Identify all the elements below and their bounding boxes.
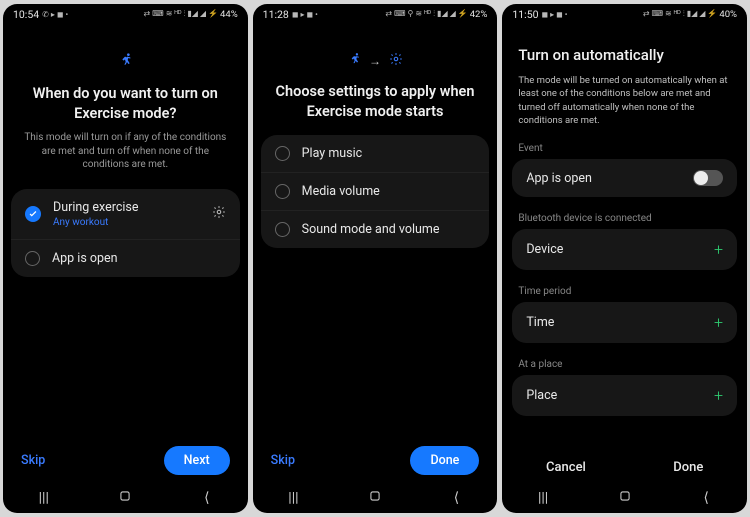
condition-during-exercise[interactable]: During exercise Any workout (11, 189, 240, 240)
nav-recent-icon[interactable]: ||| (278, 490, 308, 506)
setting-place[interactable]: Place + (512, 375, 737, 416)
nav-back-icon[interactable]: ⟨ (192, 490, 222, 506)
radio-icon (275, 184, 290, 199)
status-bar: 11:28 ◼ ▸ ◼ • ⇄ ⌨ ⚲ ≋ ᴴᴰ ⫶ ▮◢ ◢ ⚡ 42% (253, 4, 498, 24)
plus-icon[interactable]: + (714, 240, 723, 259)
setting-app-open[interactable]: App is open (512, 159, 737, 197)
section-label-place: At a place (502, 359, 747, 375)
nav-bar: ||| ⟨ (253, 481, 498, 513)
page-title: Turn on automatically (502, 24, 747, 74)
nav-recent-icon[interactable]: ||| (528, 490, 558, 506)
section-label-time: Time period (502, 286, 747, 302)
nav-home-icon[interactable] (110, 489, 140, 507)
nav-back-icon[interactable]: ⟨ (691, 490, 721, 506)
radio-icon (25, 251, 40, 266)
status-battery: 44% (220, 9, 238, 20)
setting-media-volume[interactable]: Media volume (261, 173, 490, 211)
nav-recent-icon[interactable]: ||| (29, 490, 59, 506)
radio-icon (275, 146, 290, 161)
status-battery: 42% (470, 9, 488, 20)
setting-label: Media volume (302, 184, 380, 199)
next-button[interactable]: Next (164, 446, 230, 475)
status-notif-icons: ◼ ▸ ◼ • (292, 10, 318, 19)
setting-label: Device (526, 242, 563, 257)
page-subtext: This mode will turn on if any of the con… (3, 131, 248, 186)
status-system-icons: ⇄ ⌨ ≋ ᴴᴰ ⫶ ▮◢ ◢ ⚡ (643, 9, 718, 19)
nav-home-icon[interactable] (360, 489, 390, 507)
status-system-icons: ⇄ ⌨ ⚲ ≋ ᴴᴰ ⫶ ▮◢ ◢ ⚡ (385, 9, 467, 19)
skip-button[interactable]: Skip (271, 453, 295, 468)
cancel-button[interactable]: Cancel (546, 460, 586, 475)
status-notif-icons: ◼ ▸ ◼ • (542, 10, 568, 19)
radio-icon (275, 222, 290, 237)
status-time: 11:28 (263, 8, 289, 21)
nav-home-icon[interactable] (610, 489, 640, 507)
condition-label: App is open (52, 251, 226, 266)
setting-time[interactable]: Time + (512, 302, 737, 343)
nav-bar: ||| ⟨ (502, 481, 747, 513)
status-system-icons: ⇄ ⌨ ≋ ᴴᴰ ⫶ ▮◢ ◢ ⚡ (143, 9, 218, 19)
status-notif-icons: ✆ ▸ ◼ • (42, 10, 68, 19)
setting-label: Sound mode and volume (302, 222, 440, 237)
status-time: 10:54 (13, 8, 39, 21)
status-bar: 10:54 ✆ ▸ ◼ • ⇄ ⌨ ≋ ᴴᴰ ⫶ ▮◢ ◢ ⚡ 44% (3, 4, 248, 24)
plus-icon[interactable]: + (714, 313, 723, 332)
page-heading: Choose settings to apply when Exercise m… (253, 70, 498, 129)
condition-sublabel: Any workout (53, 217, 200, 228)
screen-choose-settings: 11:28 ◼ ▸ ◼ • ⇄ ⌨ ⚲ ≋ ᴴᴰ ⫶ ▮◢ ◢ ⚡ 42% → … (253, 4, 498, 513)
nav-back-icon[interactable]: ⟨ (442, 490, 472, 506)
condition-app-open[interactable]: App is open (11, 240, 240, 277)
done-button[interactable]: Done (673, 460, 703, 475)
skip-button[interactable]: Skip (21, 453, 45, 468)
gear-icon[interactable] (212, 205, 226, 223)
setting-device[interactable]: Device + (512, 229, 737, 270)
condition-label: During exercise (53, 200, 200, 215)
running-icon (347, 52, 361, 70)
status-battery: 40% (719, 9, 737, 20)
status-bar: 11:50 ◼ ▸ ◼ • ⇄ ⌨ ≋ ᴴᴰ ⫶ ▮◢ ◢ ⚡ 40% (502, 4, 747, 24)
running-icon (117, 52, 133, 72)
toggle-switch[interactable] (693, 170, 723, 186)
setting-label: Place (526, 388, 557, 403)
plus-icon[interactable]: + (714, 386, 723, 405)
check-icon (25, 206, 41, 222)
conditions-list: During exercise Any workout App is open (11, 189, 240, 277)
section-label-event: Event (502, 143, 747, 159)
page-heading: When do you want to turn on Exercise mod… (3, 72, 248, 131)
setting-sound-mode[interactable]: Sound mode and volume (261, 211, 490, 248)
done-button[interactable]: Done (410, 446, 479, 475)
setting-label: Play music (302, 146, 363, 161)
setting-label: App is open (526, 171, 592, 186)
nav-bar: ||| ⟨ (3, 481, 248, 513)
arrow-right-icon: → (369, 54, 381, 68)
gear-icon (389, 52, 403, 70)
setting-label: Time (526, 315, 554, 330)
section-label-bluetooth: Bluetooth device is connected (502, 213, 747, 229)
settings-list: Play music Media volume Sound mode and v… (261, 135, 490, 248)
screen-turn-on-auto: 11:50 ◼ ▸ ◼ • ⇄ ⌨ ≋ ᴴᴰ ⫶ ▮◢ ◢ ⚡ 40% Turn… (502, 4, 747, 513)
setting-play-music[interactable]: Play music (261, 135, 490, 173)
page-description: The mode will be turned on automatically… (502, 74, 747, 143)
status-time: 11:50 (512, 8, 538, 21)
screen-exercise-conditions: 10:54 ✆ ▸ ◼ • ⇄ ⌨ ≋ ᴴᴰ ⫶ ▮◢ ◢ ⚡ 44% When… (3, 4, 248, 513)
